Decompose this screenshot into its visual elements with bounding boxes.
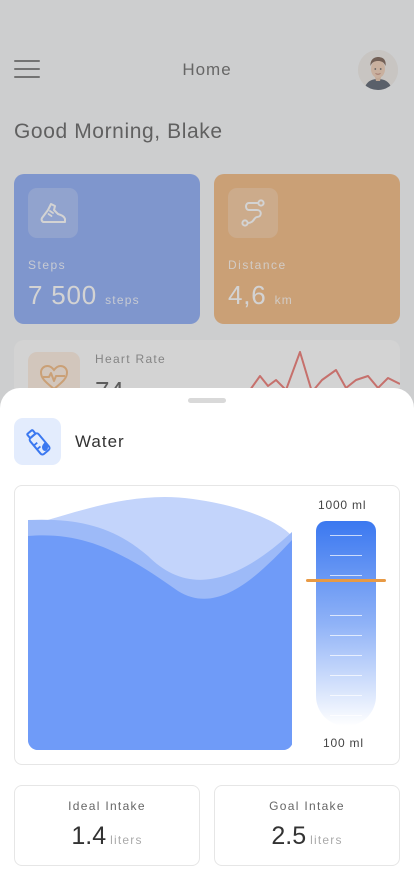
sheet-title: Water (75, 432, 125, 451)
water-gauge[interactable] (316, 521, 376, 726)
gauge-max-label: 1000 ml (318, 498, 367, 512)
ideal-intake-card: Ideal Intake 1.4 liters (14, 785, 200, 866)
ideal-intake-label: Ideal Intake (68, 799, 146, 813)
goal-intake-label: Goal Intake (269, 799, 345, 813)
gauge-min-label: 100 ml (323, 736, 364, 750)
goal-intake-value: 2.5 liters (271, 822, 343, 850)
water-visual: 1000 ml 100 ml (14, 485, 400, 765)
ideal-intake-value: 1.4 liters (71, 822, 143, 850)
sheet-grabber[interactable] (188, 398, 226, 403)
gauge-level-handle[interactable] (306, 579, 386, 583)
goal-intake-card[interactable]: Goal Intake 2.5 liters (214, 785, 400, 866)
water-bottom-sheet: Water 1000 ml 100 ml Ideal Intake 1.4 lit… (0, 388, 414, 896)
water-wave-fill (28, 497, 292, 750)
water-bottle-icon (14, 418, 61, 465)
